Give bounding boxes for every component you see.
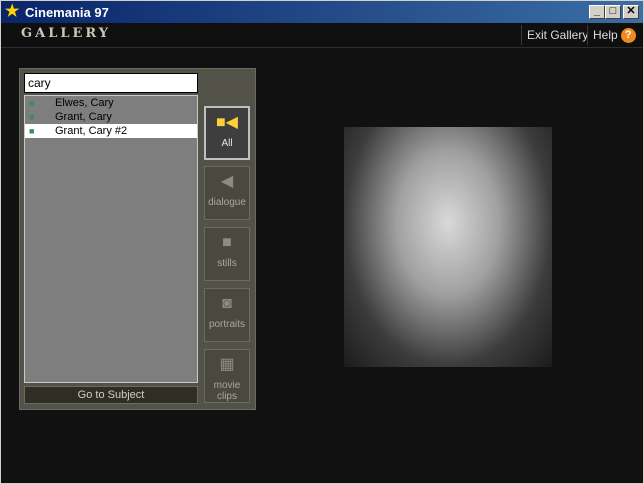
list-item-label: Grant, Cary #2: [55, 125, 128, 137]
go-to-subject-button[interactable]: Go to Subject: [24, 386, 198, 404]
help-link[interactable]: Help?: [587, 25, 641, 45]
still-icon: ■: [222, 234, 232, 251]
filter-portraits-button[interactable]: ◙ portraits: [204, 288, 250, 342]
close-button[interactable]: ✕: [623, 5, 639, 19]
minimize-button[interactable]: _: [589, 5, 605, 19]
results-list[interactable]: ■ Elwes, Cary ■ Grant, Cary ■ Grant, Car…: [24, 95, 198, 383]
help-icon: ?: [620, 28, 636, 44]
search-input[interactable]: [24, 73, 198, 93]
list-item-label: Grant, Cary: [55, 111, 112, 123]
gallery-header: GALLERY Exit Gallery Help?: [1, 23, 643, 48]
filter-all-button[interactable]: ■◀ All: [204, 106, 250, 160]
exit-gallery-link[interactable]: Exit Gallery: [521, 25, 593, 45]
list-item[interactable]: ■ Elwes, Cary: [25, 96, 197, 110]
title-bar: ★ Cinemania 97 _ □ ✕: [1, 1, 643, 23]
filter-label: portraits: [208, 319, 246, 330]
camera-icon: ◙: [222, 295, 232, 312]
film-icon: ▦: [219, 356, 235, 373]
list-item-selected[interactable]: ■ Grant, Cary #2: [25, 124, 197, 138]
list-item[interactable]: ■ Grant, Cary: [25, 110, 197, 124]
gallery-title: GALLERY: [21, 26, 112, 41]
camera-icon: ■: [29, 126, 35, 136]
star-icon: ★: [5, 3, 20, 20]
camera-icon: ■: [29, 98, 35, 108]
all-media-icon: ■◀: [216, 114, 238, 131]
filter-label: All: [221, 138, 233, 149]
list-item-label: Elwes, Cary: [55, 97, 114, 109]
filter-dialogue-button[interactable]: ◀ dialogue: [204, 166, 250, 220]
portrait-photo: [344, 127, 552, 367]
filter-label: stills: [217, 258, 237, 269]
filter-movie-clips-button[interactable]: ▦ movie clips: [204, 349, 250, 403]
help-label: Help: [593, 28, 618, 42]
speaker-icon: ◀: [220, 173, 234, 190]
maximize-button[interactable]: □: [605, 5, 621, 19]
filter-label: movie clips: [213, 380, 241, 402]
window-title: Cinemania 97: [25, 5, 109, 20]
search-panel: ■ Elwes, Cary ■ Grant, Cary ■ Grant, Car…: [19, 68, 256, 410]
app-window: ★ Cinemania 97 _ □ ✕ GALLERY Exit Galler…: [0, 0, 644, 484]
filter-stills-button[interactable]: ■ stills: [204, 227, 250, 281]
camera-icon: ■: [29, 112, 35, 122]
filter-label: dialogue: [208, 197, 246, 208]
